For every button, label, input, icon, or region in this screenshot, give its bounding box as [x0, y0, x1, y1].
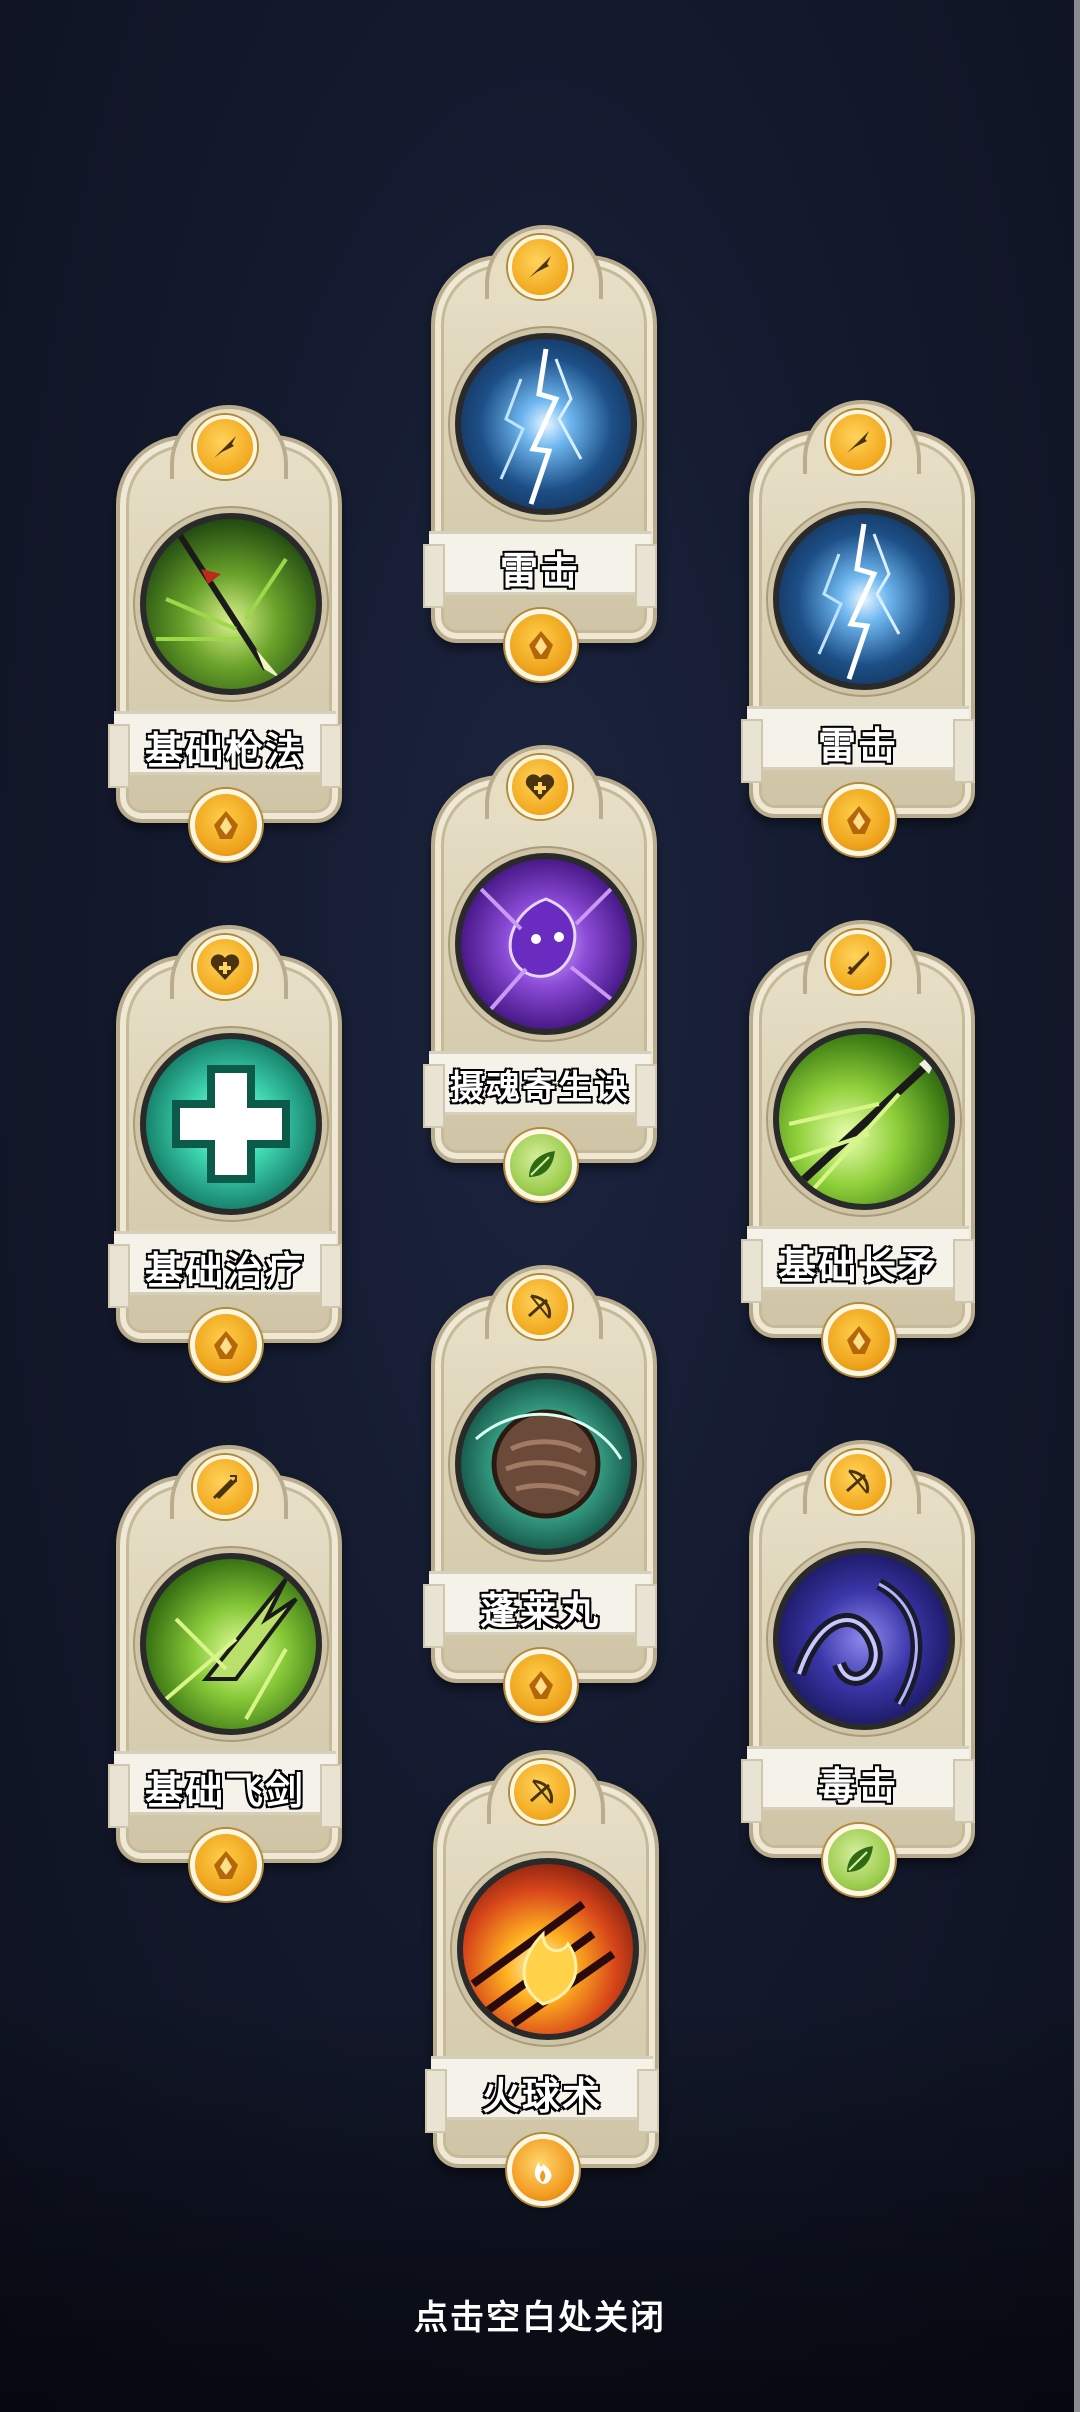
name-banner: 雷击 — [741, 706, 975, 783]
name-banner: 火球术 — [425, 2056, 659, 2133]
skill-name: 摄魂寄生诀 — [449, 1067, 630, 1109]
spear-icon — [508, 235, 572, 299]
skill-name: 火球术 — [481, 2073, 602, 2119]
earth-gold-icon — [190, 1829, 262, 1901]
lightning-icon — [773, 508, 955, 690]
poison-vine-icon — [773, 1548, 955, 1730]
name-banner: 雷击 — [423, 531, 657, 608]
name-banner: 基础飞剑 — [108, 1751, 342, 1828]
earth-gold-icon — [505, 609, 577, 681]
skill-card-fireball[interactable]: 火球术 — [425, 1750, 659, 2206]
purple-soul-icon — [455, 853, 637, 1035]
pill-orb-icon — [455, 1373, 637, 1555]
skill-card-basic-long-spear[interactable]: 基础长矛 — [741, 920, 975, 1376]
leaf-green-icon — [823, 1824, 895, 1896]
name-banner: 基础治疗 — [108, 1231, 342, 1308]
lightning-icon — [455, 333, 637, 515]
name-banner: 基础枪法 — [108, 711, 342, 788]
skill-card-soul-parasite[interactable]: 摄魂寄生诀 — [423, 745, 657, 1201]
bow-icon — [508, 1275, 572, 1339]
skill-card-penglai-pill[interactable]: 蓬莱丸 — [423, 1265, 657, 1721]
bow-icon — [510, 1760, 574, 1824]
name-banner: 毒击 — [741, 1746, 975, 1823]
name-banner: 摄魂寄生诀 — [423, 1051, 657, 1128]
flying-sword-icon — [140, 1553, 322, 1735]
skill-name: 基础枪法 — [144, 728, 305, 774]
close-hint-text[interactable]: 点击空白处关闭 — [0, 2290, 1080, 2339]
fire-icon — [507, 2134, 579, 2206]
spear-icon — [193, 415, 257, 479]
screen-edge — [1074, 0, 1080, 2412]
earth-gold-icon — [823, 784, 895, 856]
earth-gold-icon — [823, 1304, 895, 1376]
earth-gold-icon — [190, 1309, 262, 1381]
skill-card-basic-spear[interactable]: 基础枪法 — [108, 405, 342, 861]
skill-name: 蓬莱丸 — [479, 1588, 600, 1634]
fireball-icon — [457, 1858, 639, 2040]
skill-card-poison-strike[interactable]: 毒击 — [741, 1440, 975, 1896]
earth-gold-icon — [505, 1649, 577, 1721]
heart-plus-icon — [193, 935, 257, 999]
sword-icon — [826, 930, 890, 994]
skill-name: 雷击 — [499, 548, 580, 594]
skill-card-lightning-1[interactable]: 雷击 — [423, 225, 657, 681]
spear-strike-icon — [140, 513, 322, 695]
name-banner: 蓬莱丸 — [423, 1571, 657, 1648]
bow-icon — [826, 1450, 890, 1514]
skill-card-basic-flying-sword[interactable]: 基础飞剑 — [108, 1445, 342, 1901]
heart-plus-icon — [508, 755, 572, 819]
name-banner: 基础长矛 — [741, 1226, 975, 1303]
skill-card-lightning-2[interactable]: 雷击 — [741, 400, 975, 856]
spear-icon — [826, 410, 890, 474]
skill-name: 雷击 — [817, 723, 898, 769]
skill-name: 基础飞剑 — [144, 1768, 305, 1814]
skill-card-basic-heal[interactable]: 基础治疗 — [108, 925, 342, 1381]
earth-gold-icon — [190, 789, 262, 861]
green-spear-icon — [773, 1028, 955, 1210]
double-sword-icon — [193, 1455, 257, 1519]
skill-name: 基础治疗 — [144, 1248, 305, 1294]
skill-name: 毒击 — [817, 1763, 898, 1809]
leaf-green-icon — [505, 1129, 577, 1201]
cross-heal-icon — [140, 1033, 322, 1215]
skill-name: 基础长矛 — [777, 1243, 938, 1289]
